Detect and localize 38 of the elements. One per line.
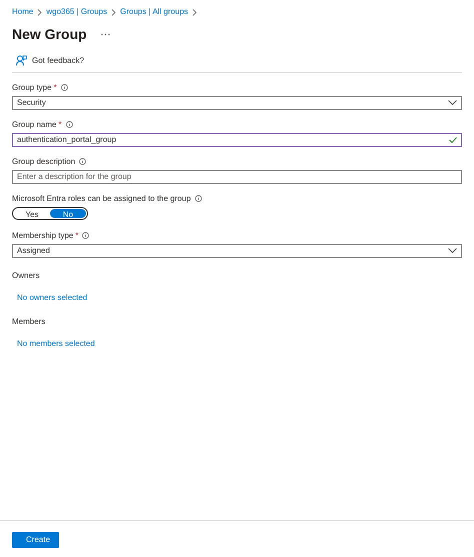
- feedback-icon[interactable]: [16, 55, 27, 66]
- dropdown-chevron-icon: [448, 100, 457, 106]
- select-link[interactable]: No members selected: [17, 338, 95, 350]
- info-icon[interactable]: [194, 195, 202, 202]
- select-link[interactable]: No owners selected: [17, 292, 88, 304]
- text-field[interactable]: Enter a description for the group: [12, 170, 462, 184]
- chevron-icon: [192, 8, 198, 16]
- dropdown[interactable]: Assigned: [12, 244, 462, 258]
- toggle-option[interactable]: Yes: [14, 208, 50, 218]
- dropdown[interactable]: Security: [12, 96, 462, 110]
- breadcrumb-link[interactable]: Groups | All groups: [120, 6, 188, 18]
- create-button[interactable]: Create: [12, 532, 59, 548]
- toggle-option[interactable]: No: [50, 208, 86, 218]
- info-icon[interactable]: [60, 84, 68, 92]
- field-label: Group name: [12, 118, 56, 131]
- feedback-link[interactable]: Got feedback?: [32, 54, 84, 67]
- field-label: Group description: [12, 156, 76, 168]
- dropdown-chevron-icon: [448, 248, 457, 254]
- chevron-icon: [37, 8, 42, 16]
- field-label: Microsoft Entra roles can be assigned to the group: [12, 192, 191, 205]
- more-icon[interactable]: [100, 32, 110, 36]
- required-mark: *: [58, 118, 62, 131]
- chevron-icon: [111, 8, 116, 16]
- text-field[interactable]: authentication_portal_group: [12, 132, 462, 147]
- field-label: Members: [12, 316, 46, 328]
- field-label: Membership type: [12, 230, 74, 242]
- breadcrumb-link[interactable]: Home: [12, 6, 34, 18]
- field-label: Owners: [12, 270, 40, 282]
- breadcrumb-link[interactable]: wgo365 | Groups: [46, 6, 108, 18]
- info-icon[interactable]: [82, 232, 90, 240]
- required-mark: *: [75, 230, 78, 242]
- required-mark: *: [54, 82, 57, 94]
- info-icon[interactable]: [79, 158, 86, 166]
- info-icon[interactable]: [66, 121, 73, 128]
- page-title: New Group: [12, 26, 87, 43]
- toggle-switch[interactable]: Yes No: [12, 206, 88, 220]
- field-label: Group type: [12, 82, 52, 94]
- check-icon: [449, 136, 457, 143]
